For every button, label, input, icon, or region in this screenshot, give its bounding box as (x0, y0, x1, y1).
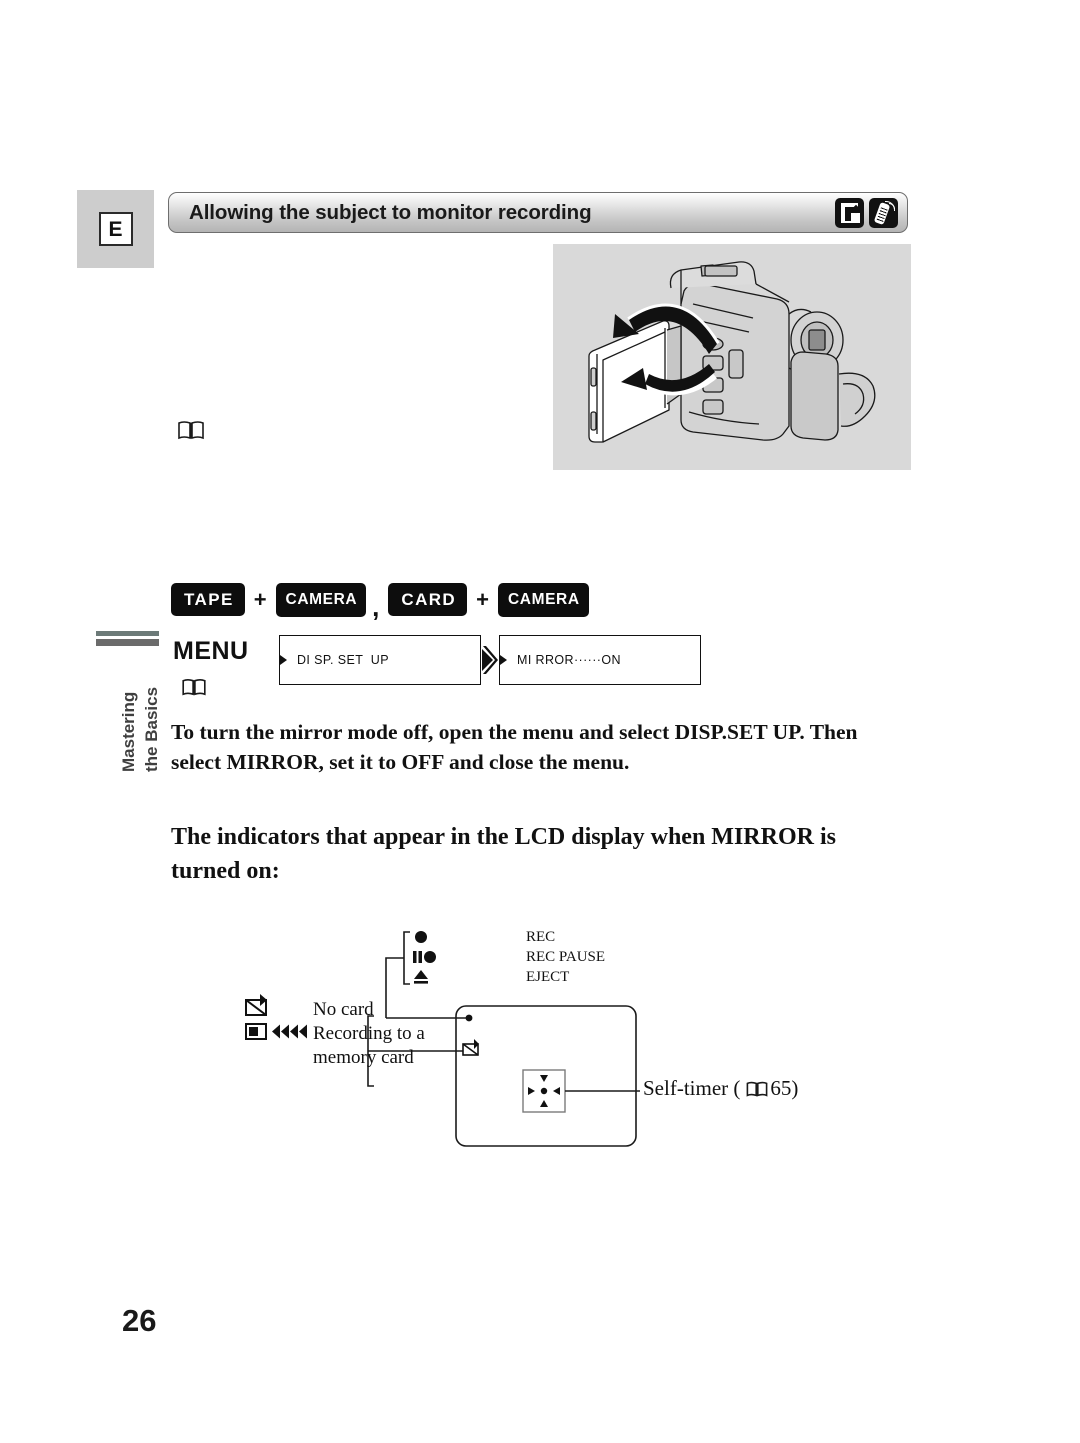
mode-chip-camera-1: CAMERA (275, 583, 367, 617)
sidebar-label-line1: Mastering (119, 691, 138, 772)
mode-plus-1: + (253, 586, 267, 612)
mode-chip-tape: TAPE (171, 583, 245, 617)
reference-book-icon-3 (746, 1081, 768, 1097)
menu-screen-disp-setup: DI SP. SET UP (279, 635, 481, 685)
section-letter-tab: E (77, 190, 154, 268)
lcd-label-rec: REC (526, 929, 556, 945)
sidebar-rule (96, 631, 159, 646)
lcd-label-self-timer-group: Self-timer ( 65) (643, 1076, 798, 1101)
lcd-label-rec-pause: REC PAUSE (526, 949, 606, 965)
mode-comma: , (372, 592, 380, 623)
wireless-controller-icon (869, 198, 898, 228)
reference-book-icon (178, 420, 204, 445)
menu-label: MENU (173, 637, 249, 665)
menu-item-mirror: MI RROR······ON (517, 653, 621, 667)
mode-chip-camera-2: CAMERA (497, 583, 589, 617)
sidebar-label-line2: the Basics (142, 686, 161, 772)
mode-chip-card: CARD (388, 583, 468, 617)
memory-card-icon (835, 198, 864, 228)
lcd-label-no-card: No card (313, 999, 374, 1020)
menu-step-chevron-icon (482, 646, 498, 674)
menu-cursor-arrow-icon (280, 655, 287, 665)
menu-item-disp-setup: DI SP. SET UP (297, 653, 389, 667)
lcd-indicator-diagram: REC REC PAUSE EJECT No card Recording to… (238, 918, 818, 1148)
header-icon-group (835, 198, 898, 228)
instruction-paragraph-2: The indicators that appear in the LCD di… (171, 824, 836, 884)
lcd-label-recording-1: Recording to a (313, 1023, 425, 1044)
mode-requirements-row: TAPE + CAMERA , CARD + CAMERA (171, 583, 589, 623)
section-header-bar: Allowing the subject to monitor recordin… (168, 192, 908, 233)
menu-cursor-arrow-icon-2 (500, 655, 507, 665)
mode-plus-2: + (476, 586, 489, 612)
camcorder-illustration (553, 244, 911, 470)
reference-book-icon-2 (182, 678, 206, 701)
page-number: 26 (122, 1303, 157, 1338)
lcd-label-eject: EJECT (526, 969, 570, 985)
instruction-paragraph-1: To turn the mirror mode off, open the me… (171, 720, 858, 774)
menu-screen-mirror-on: MI RROR······ON (499, 635, 701, 685)
lcd-label-recording-2: memory card (313, 1047, 414, 1068)
lcd-label-self-timer: Self-timer ( (643, 1076, 741, 1100)
lcd-label-self-timer-page: 65) (770, 1076, 799, 1100)
page-title: Allowing the subject to monitor recordin… (189, 200, 592, 224)
section-letter: E (98, 212, 133, 246)
